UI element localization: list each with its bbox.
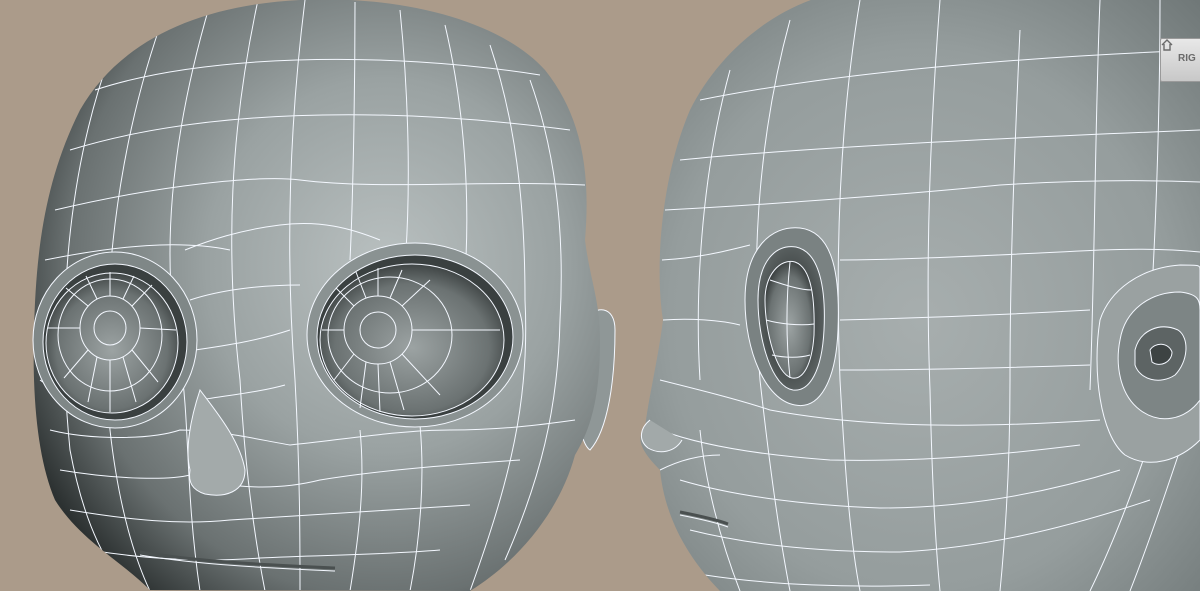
view-cube[interactable]: RIG: [1160, 38, 1200, 82]
front-eye-right[interactable]: [306, 242, 524, 428]
home-icon[interactable]: [1161, 39, 1173, 51]
viewport-canvas[interactable]: [0, 0, 1200, 591]
front-eye-left[interactable]: [32, 251, 198, 429]
view-cube-face-label: RIG: [1178, 53, 1196, 64]
3d-viewport[interactable]: RIG: [0, 0, 1200, 591]
head-front-model[interactable]: [32, 0, 616, 591]
head-side-model[interactable]: [640, 0, 1200, 591]
